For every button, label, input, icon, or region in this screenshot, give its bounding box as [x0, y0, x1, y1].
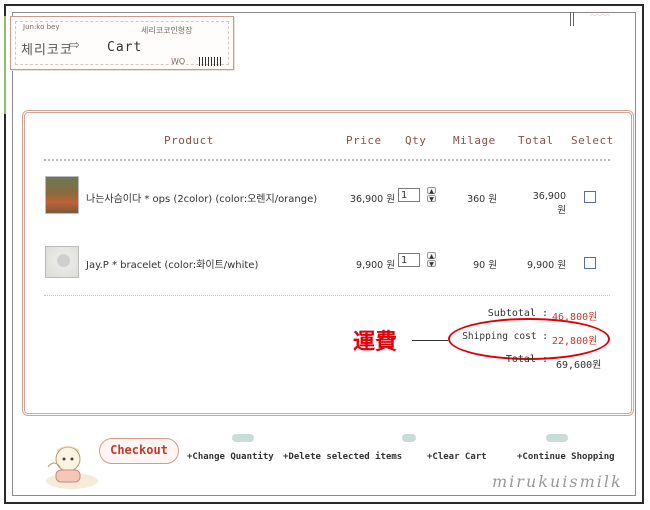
watermark: mirukuismilk	[492, 472, 623, 491]
checkout-button[interactable]: Checkout	[99, 438, 179, 464]
col-header-product: Product	[158, 134, 220, 147]
shipping-annotation: 運費	[353, 329, 398, 355]
quantity-stepper[interactable]: ▲ ▼	[427, 187, 436, 203]
select-checkbox[interactable]	[584, 257, 596, 269]
product-thumbnail[interactable]	[45, 246, 79, 278]
product-milage: 90 원	[473, 260, 497, 271]
delete-selected-button[interactable]: +Delete selected items	[283, 452, 402, 462]
col-header-total: Total	[512, 134, 560, 147]
total-value: 69,600원	[556, 360, 602, 371]
quantity-stepper[interactable]: ▲ ▼	[427, 252, 436, 268]
continue-shopping-button[interactable]: +Continue Shopping	[517, 452, 615, 462]
brand-small: Jun:ko bey	[23, 23, 60, 31]
increment-icon[interactable]: ▲	[427, 187, 436, 195]
quantity-input[interactable]: 1	[398, 188, 420, 202]
col-header-qty: Qty	[398, 134, 433, 147]
product-price: 9,900 원	[356, 260, 395, 271]
decor-line	[4, 16, 6, 114]
product-name[interactable]: 나는사슴이다 * ops (2color) (color:오렌지/orange)	[86, 190, 317, 205]
col-header-select: Select	[571, 134, 614, 147]
cart-header-tag: Jun:ko bey 세리코코인형장 체리코코 ⇨ Cart WO	[10, 16, 234, 70]
cloud-icon	[546, 434, 568, 442]
product-price: 36,900 원	[349, 194, 395, 205]
product-total: 9,900 원	[527, 260, 566, 271]
brand-sub: 세리코코인형장	[141, 26, 193, 35]
product-milage: 360 원	[467, 194, 497, 205]
arrow-right-icon: ⇨	[69, 38, 80, 53]
quantity-input[interactable]: 1	[398, 253, 420, 267]
decrement-icon[interactable]: ▼	[427, 195, 436, 203]
product-thumbnail[interactable]	[45, 176, 79, 214]
increment-icon[interactable]: ▲	[427, 252, 436, 260]
total-label: Total :	[505, 354, 548, 365]
change-quantity-button[interactable]: +Change Quantity	[187, 452, 274, 462]
decor-logo: ⌒⌒⌒⌒	[590, 15, 611, 21]
header-divider	[44, 159, 610, 161]
product-total: 36,900 원	[532, 191, 566, 216]
barcode-icon	[199, 57, 223, 66]
product-name[interactable]: Jay.P * bracelet (color:화이트/white)	[86, 256, 258, 271]
cloud-icon	[402, 434, 416, 442]
cloud-icon	[232, 434, 254, 442]
rows-divider	[44, 295, 610, 296]
page-title: Cart	[107, 40, 143, 55]
select-checkbox[interactable]	[584, 191, 596, 203]
decrement-icon[interactable]: ▼	[427, 260, 436, 268]
brand-logo[interactable]: 체리코코	[21, 39, 73, 58]
tag-code: WO	[171, 57, 186, 66]
col-header-milage: Milage	[447, 134, 502, 147]
mascot-icon	[46, 446, 98, 489]
col-header-price: Price	[340, 134, 388, 147]
decor-bars	[570, 12, 576, 26]
clear-cart-button[interactable]: +Clear Cart	[427, 452, 487, 462]
annotation-line	[412, 340, 448, 341]
